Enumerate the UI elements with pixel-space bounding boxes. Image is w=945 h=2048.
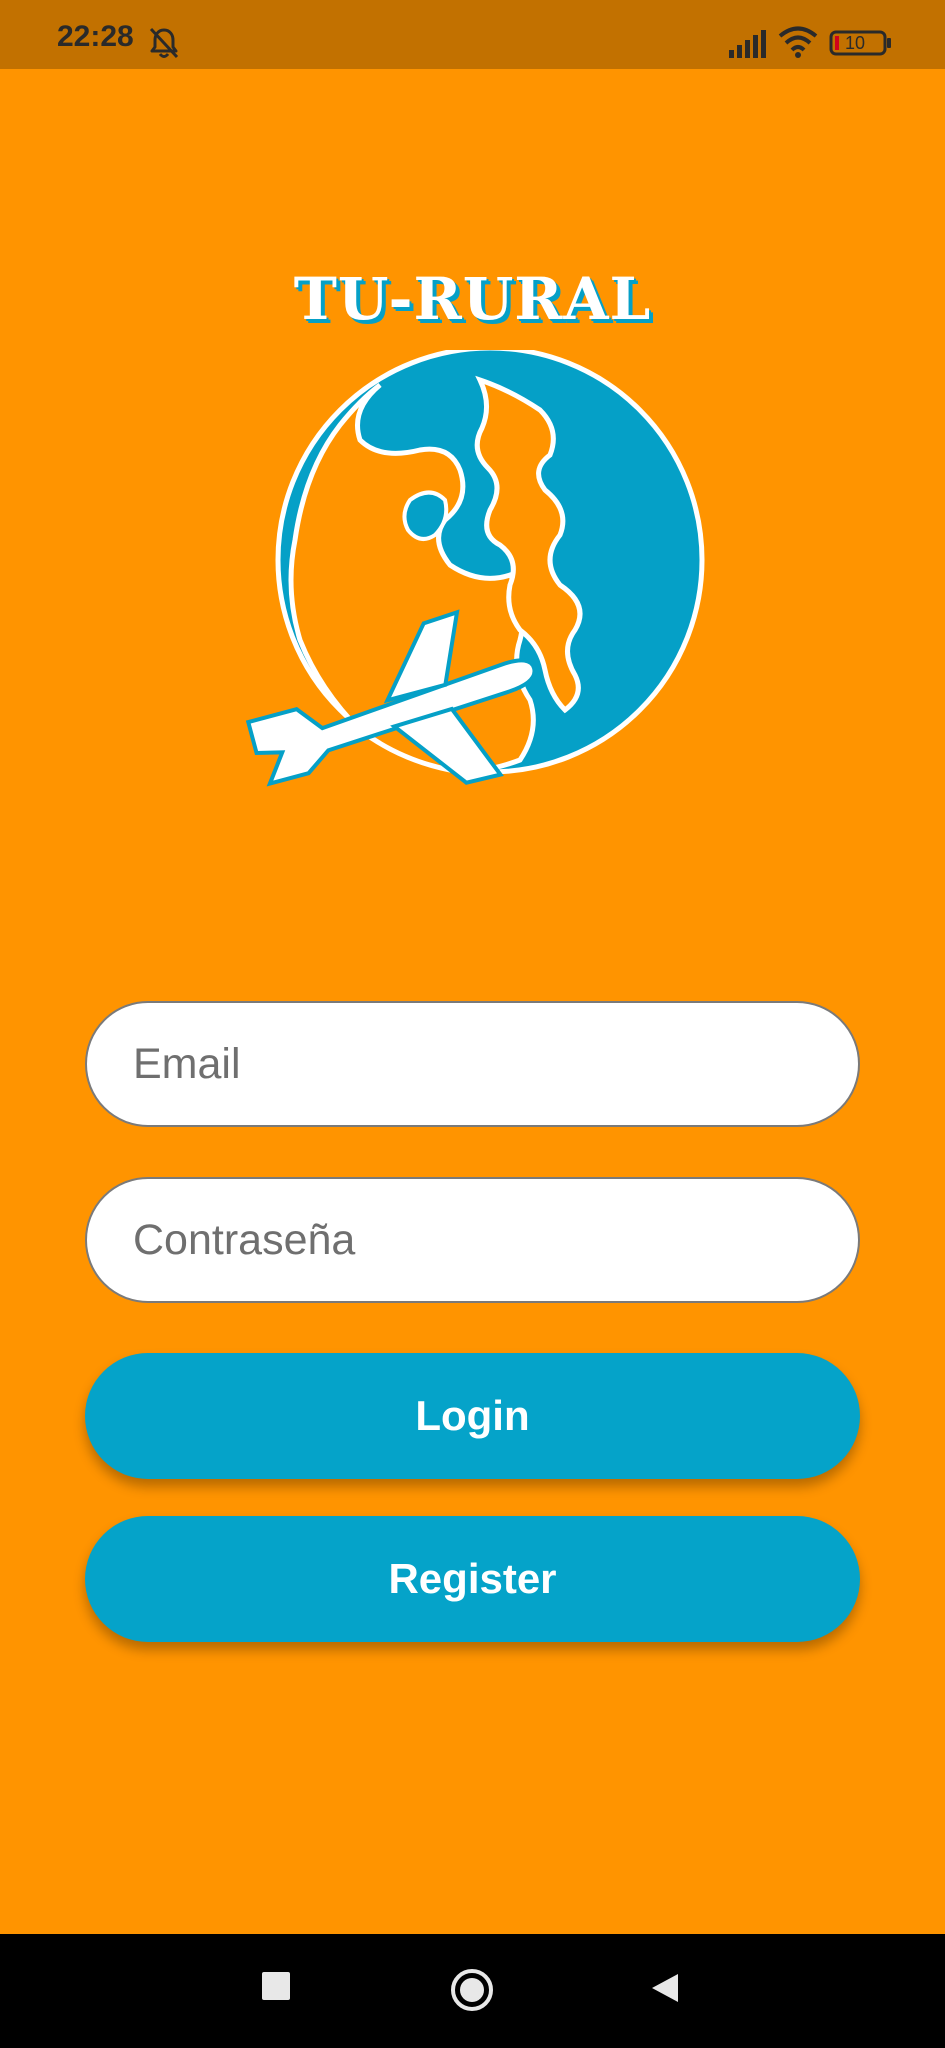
status-time: 22:28 [57,20,134,53]
battery-level: 10 [845,33,866,53]
globe-airplane-icon [245,350,705,787]
password-input[interactable] [133,1179,813,1301]
register-button[interactable]: Register [85,1516,860,1642]
bell-off-icon [149,27,179,59]
back-icon[interactable] [650,1972,680,2004]
home-icon[interactable] [449,1967,495,2013]
email-input[interactable] [133,1003,813,1125]
battery-icon: 10 [829,30,891,56]
app-title: TU-RURAL [293,265,652,333]
wifi-icon [778,26,818,58]
status-bar: 22:28 10 [0,0,945,69]
password-field[interactable] [85,1177,860,1303]
login-screen: 22:28 10 TU-RURAL Email Login Register [0,0,945,2048]
recents-icon[interactable] [260,1970,292,2002]
signal-icon [729,30,766,58]
login-button[interactable]: Login [85,1353,860,1479]
email-field[interactable] [85,1001,860,1127]
navigation-bar [0,1934,945,2048]
